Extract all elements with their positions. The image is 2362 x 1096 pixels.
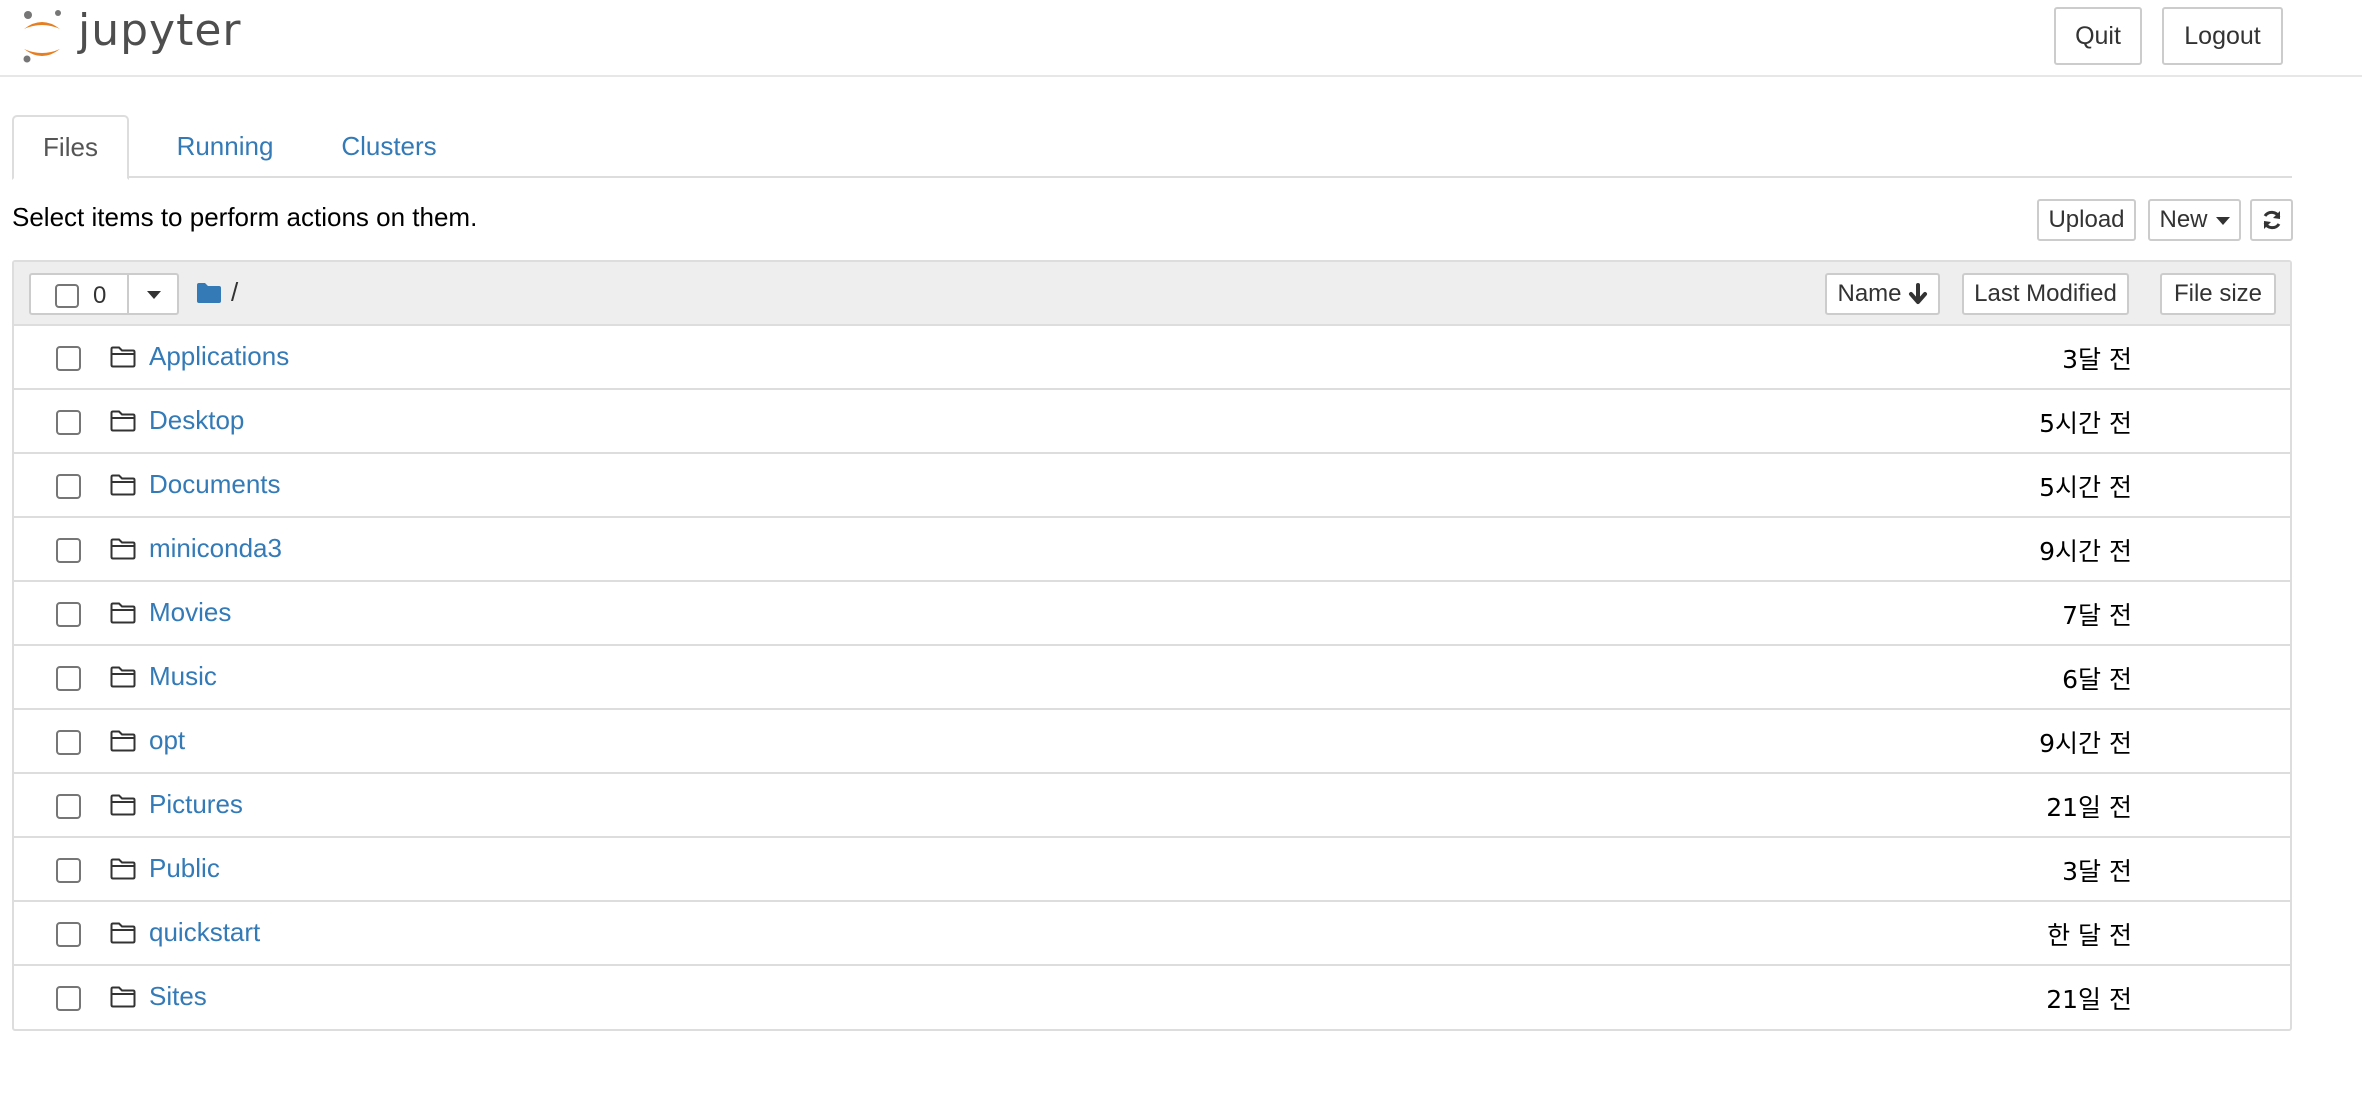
folder-icon [110,666,136,693]
row-checkbox[interactable] [56,794,81,819]
file-row[interactable]: quickstart 한 달 전 [14,902,2290,966]
last-modified: 한 달 전 [2047,921,2132,950]
tab-running[interactable]: Running [150,115,300,178]
file-list-header: 0 / Name Last Modified File size [14,262,2290,326]
file-name-link[interactable]: quickstart [149,917,260,948]
instructions-text: Select items to perform actions on them. [12,202,478,232]
row-checkbox[interactable] [56,474,81,499]
folder-icon [110,922,136,949]
upload-button[interactable]: Upload [2037,199,2136,241]
folder-icon [110,602,136,629]
row-checkbox[interactable] [56,666,81,691]
row-checkbox[interactable] [56,538,81,563]
sort-by-size-button[interactable]: File size [2160,273,2276,315]
last-modified: 9시간 전 [2039,537,2132,566]
last-modified: 3달 전 [2062,857,2132,886]
last-modified: 3달 전 [2062,345,2132,374]
caret-down-icon [147,291,161,299]
file-name-link[interactable]: miniconda3 [149,533,282,564]
caret-down-icon [2215,217,2230,225]
file-name-link[interactable]: Public [149,853,220,884]
last-modified: 5시간 전 [2039,409,2132,438]
folder-icon [110,474,136,501]
last-modified: 7달 전 [2062,601,2132,630]
file-name-link[interactable]: Pictures [149,789,243,820]
folder-icon [110,538,136,565]
row-checkbox[interactable] [56,346,81,371]
file-name-link[interactable]: Applications [149,341,289,372]
row-checkbox[interactable] [56,986,81,1011]
file-name-link[interactable]: Desktop [149,405,244,436]
select-menu-dropdown[interactable] [127,273,179,315]
file-row[interactable]: Desktop 5시간 전 [14,390,2290,454]
last-modified: 9시간 전 [2039,729,2132,758]
folder-icon [110,346,136,373]
select-all-group: 0 [29,273,179,315]
arrow-down-icon [1908,283,1927,304]
refresh-icon [2263,210,2280,230]
file-row[interactable]: Public 3달 전 [14,838,2290,902]
file-row[interactable]: Sites 21일 전 [14,966,2290,1030]
tab-files[interactable]: Files [12,115,129,180]
row-checkbox[interactable] [56,602,81,627]
folder-icon [110,730,136,757]
folder-icon [110,986,136,1013]
quit-button[interactable]: Quit [2054,7,2142,65]
last-modified: 21일 전 [2046,793,2132,822]
selected-count: 0 [93,282,107,309]
app-header: jupyter Quit Logout [0,0,2362,77]
row-checkbox[interactable] [56,730,81,755]
file-list: 0 / Name Last Modified File size Applica… [12,260,2292,1031]
file-row[interactable]: Pictures 21일 전 [14,774,2290,838]
sort-by-modified-button[interactable]: Last Modified [1962,273,2129,315]
breadcrumb-root[interactable]: / [231,277,238,308]
file-name-link[interactable]: Documents [149,469,281,500]
logo-text: jupyter [78,4,242,56]
file-name-link[interactable]: Sites [149,981,207,1012]
last-modified: 21일 전 [2046,985,2132,1014]
file-row[interactable]: miniconda3 9시간 전 [14,518,2290,582]
row-checkbox[interactable] [56,410,81,435]
row-checkbox[interactable] [56,858,81,883]
file-row[interactable]: Music 6달 전 [14,646,2290,710]
select-all-checkbox[interactable] [55,284,79,308]
jupyter-logo[interactable]: jupyter [20,4,242,66]
logout-button[interactable]: Logout [2162,7,2283,65]
last-modified: 5시간 전 [2039,473,2132,502]
sort-by-name-button[interactable]: Name [1825,273,1940,315]
tab-clusters[interactable]: Clusters [316,115,462,178]
file-row[interactable]: Applications 3달 전 [14,326,2290,390]
refresh-button[interactable] [2250,199,2293,241]
file-row[interactable]: Movies 7달 전 [14,582,2290,646]
last-modified: 6달 전 [2062,665,2132,694]
row-checkbox[interactable] [56,922,81,947]
folder-icon[interactable] [196,282,222,304]
folder-icon [110,410,136,437]
sort-name-label: Name [1837,280,1902,307]
tab-bar: Files Running Clusters [12,115,2292,180]
folder-icon [110,794,136,821]
new-dropdown-button[interactable]: New [2148,199,2241,241]
jupyter-logo-icon [23,10,61,63]
folder-icon [110,858,136,885]
new-button-label: New [2159,206,2208,233]
file-name-link[interactable]: opt [149,725,185,756]
file-name-link[interactable]: Music [149,661,217,692]
file-row[interactable]: opt 9시간 전 [14,710,2290,774]
file-name-link[interactable]: Movies [149,597,231,628]
file-row[interactable]: Documents 5시간 전 [14,454,2290,518]
